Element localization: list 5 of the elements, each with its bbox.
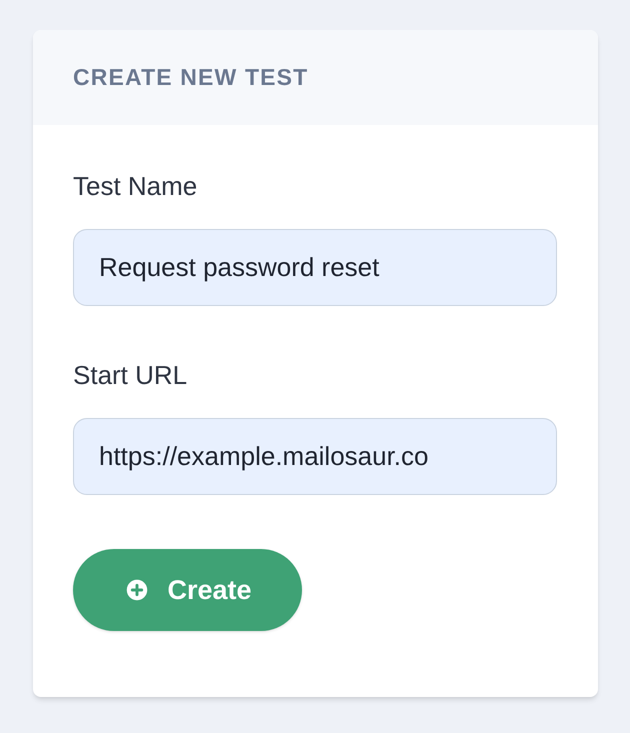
field-label: Test Name [73, 171, 198, 201]
field-label: Start URL [73, 360, 188, 390]
input-field[interactable]: https://example.mailosaur.co [73, 418, 557, 495]
card-title: CREATE NEW TEST [73, 63, 308, 92]
input-field[interactable]: Request password reset [73, 229, 557, 306]
